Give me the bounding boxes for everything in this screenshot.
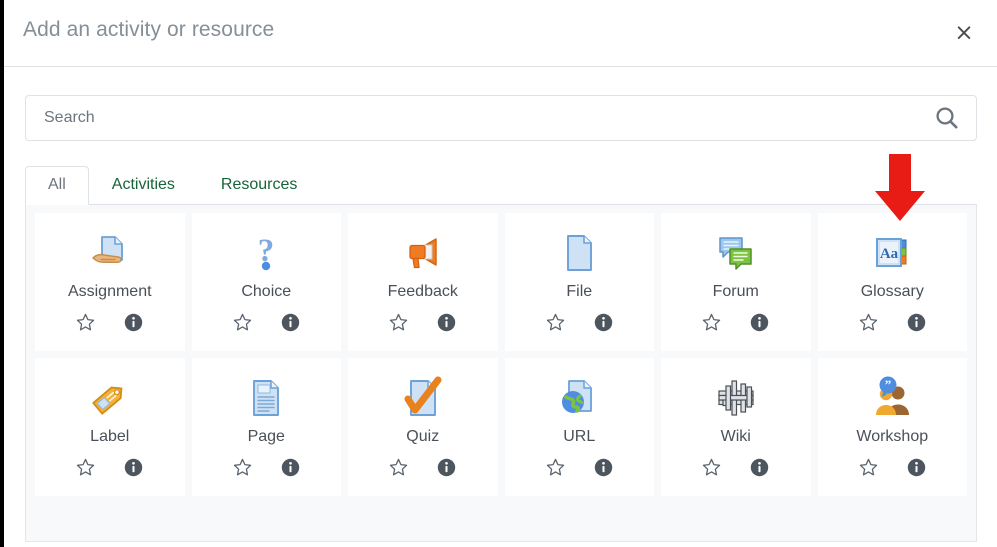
info-icon[interactable] xyxy=(592,456,614,478)
activity-card-label: Page xyxy=(247,428,285,445)
star-outline-icon[interactable] xyxy=(388,456,410,478)
info-icon[interactable] xyxy=(279,311,301,333)
card-actions xyxy=(857,311,927,333)
activity-card-label: Choice xyxy=(241,283,292,300)
forum-icon xyxy=(712,229,760,277)
label-icon xyxy=(86,374,134,422)
star-outline-icon[interactable] xyxy=(75,311,97,333)
add-activity-modal: Add an activity or resource × All Activi… xyxy=(0,0,997,547)
card-actions xyxy=(544,311,614,333)
tab-all[interactable]: All xyxy=(25,166,89,205)
activity-card-label: Assignment xyxy=(67,283,152,300)
card-actions xyxy=(75,456,145,478)
star-outline-icon[interactable] xyxy=(857,311,879,333)
activity-grid-panel: Assignment ? Choice Feedback File Forum … xyxy=(25,205,977,542)
activity-card-label: Wiki xyxy=(720,428,751,445)
info-icon[interactable] xyxy=(905,311,927,333)
activity-card-wiki[interactable]: Wiki xyxy=(661,358,811,496)
file-icon xyxy=(555,229,603,277)
activity-card-quiz[interactable]: Quiz xyxy=(348,358,498,496)
activity-card-label-activity[interactable]: Label xyxy=(35,358,185,496)
activity-card-choice[interactable]: ? Choice xyxy=(191,213,341,351)
activity-card-label: Quiz xyxy=(406,428,440,445)
activity-card-label: Workshop xyxy=(856,428,929,445)
card-actions xyxy=(857,456,927,478)
tab-activities[interactable]: Activities xyxy=(89,166,198,205)
url-icon xyxy=(555,374,603,422)
activity-grid: Assignment ? Choice Feedback File Forum … xyxy=(26,205,976,496)
activity-card-url[interactable]: URL xyxy=(504,358,654,496)
page-title: Add an activity or resource xyxy=(23,18,275,41)
svg-text:”: ” xyxy=(885,377,892,392)
card-actions xyxy=(701,456,771,478)
assignment-icon xyxy=(86,229,134,277)
choice-icon: ? xyxy=(242,229,290,277)
activity-card-assignment[interactable]: Assignment xyxy=(35,213,185,351)
star-outline-icon[interactable] xyxy=(701,311,723,333)
activity-card-feedback[interactable]: Feedback xyxy=(348,213,498,351)
search-icon[interactable] xyxy=(918,96,976,140)
modal-header: Add an activity or resource × xyxy=(4,0,997,67)
quiz-icon xyxy=(399,374,447,422)
activity-card-forum[interactable]: Forum xyxy=(661,213,811,351)
info-icon[interactable] xyxy=(436,311,458,333)
card-actions xyxy=(544,456,614,478)
info-icon[interactable] xyxy=(749,311,771,333)
star-outline-icon[interactable] xyxy=(544,311,566,333)
feedback-icon xyxy=(399,229,447,277)
search-bar xyxy=(25,95,977,141)
star-outline-icon[interactable] xyxy=(544,456,566,478)
glossary-icon: Aa xyxy=(868,229,916,277)
search-input[interactable] xyxy=(26,96,918,140)
activity-card-glossary[interactable]: Aa Glossary xyxy=(817,213,967,351)
card-actions xyxy=(701,311,771,333)
activity-card-label: Glossary xyxy=(860,283,924,300)
info-icon[interactable] xyxy=(123,456,145,478)
card-actions xyxy=(388,311,458,333)
modal-body: All Activities Resources Ass xyxy=(4,67,997,547)
card-actions xyxy=(388,456,458,478)
close-icon[interactable]: × xyxy=(945,14,983,52)
activity-card-workshop[interactable]: ” Workshop xyxy=(817,358,967,496)
star-outline-icon[interactable] xyxy=(388,311,410,333)
activity-card-label: Forum xyxy=(712,283,759,300)
star-outline-icon[interactable] xyxy=(75,456,97,478)
window-left-edge xyxy=(0,0,4,547)
info-icon[interactable] xyxy=(436,456,458,478)
wiki-icon xyxy=(712,374,760,422)
info-icon[interactable] xyxy=(592,311,614,333)
info-icon[interactable] xyxy=(749,456,771,478)
card-actions xyxy=(231,311,301,333)
activity-card-label: URL xyxy=(563,428,596,445)
workshop-icon: ” xyxy=(868,374,916,422)
star-outline-icon[interactable] xyxy=(701,456,723,478)
card-actions xyxy=(75,311,145,333)
info-icon[interactable] xyxy=(905,456,927,478)
filter-tabs: All Activities Resources xyxy=(25,166,977,205)
card-actions xyxy=(231,456,301,478)
info-icon[interactable] xyxy=(123,311,145,333)
star-outline-icon[interactable] xyxy=(231,311,253,333)
activity-card-label: File xyxy=(566,283,593,300)
tab-resources[interactable]: Resources xyxy=(198,166,320,205)
page-icon xyxy=(242,374,290,422)
star-outline-icon[interactable] xyxy=(231,456,253,478)
info-icon[interactable] xyxy=(279,456,301,478)
activity-card-file[interactable]: File xyxy=(504,213,654,351)
svg-text:Aa: Aa xyxy=(880,246,899,262)
star-outline-icon[interactable] xyxy=(857,456,879,478)
activity-card-page[interactable]: Page xyxy=(191,358,341,496)
activity-card-label: Label xyxy=(90,428,130,445)
activity-card-label: Feedback xyxy=(387,283,458,300)
